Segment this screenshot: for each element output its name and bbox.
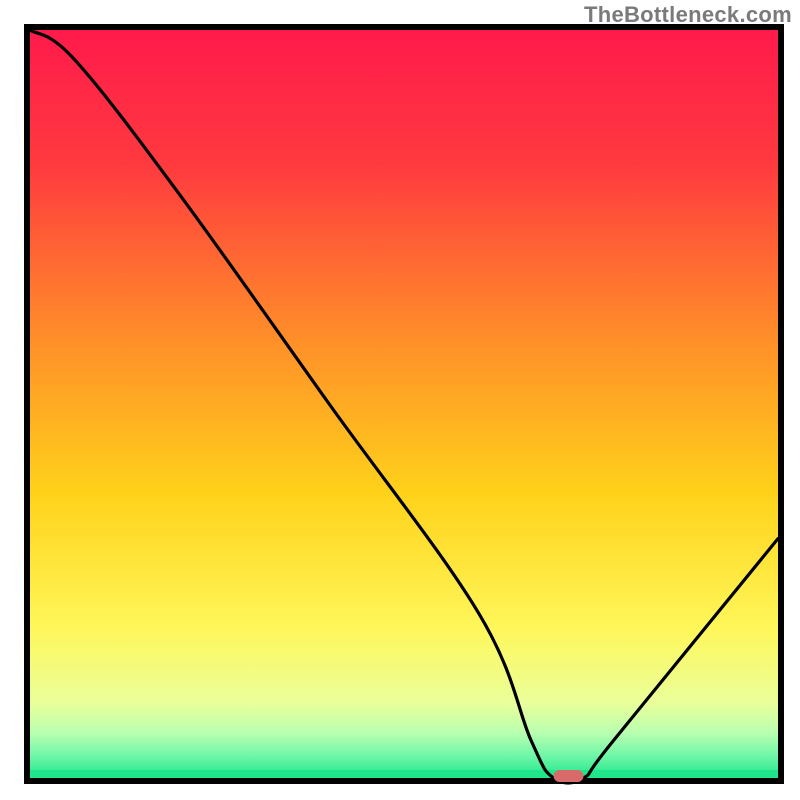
chart-container: TheBottleneck.com [0, 0, 800, 800]
bottleneck-chart [0, 0, 800, 800]
baseline-strip [30, 770, 778, 778]
sweet-spot-marker [554, 770, 584, 782]
watermark-text: TheBottleneck.com [584, 2, 792, 28]
